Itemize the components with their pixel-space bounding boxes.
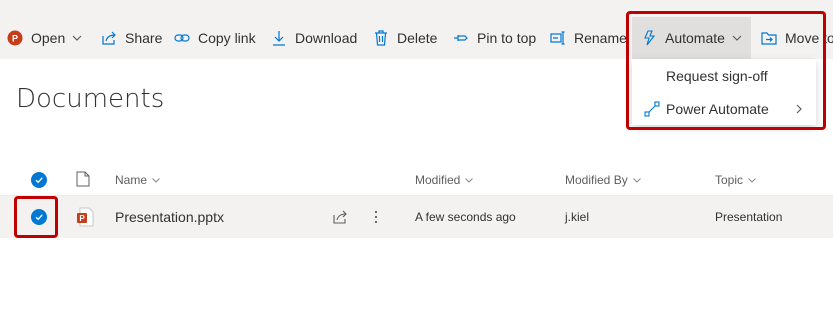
menu-item-power-automate[interactable]: Power Automate xyxy=(632,92,816,125)
modified-cell: A few seconds ago xyxy=(415,210,516,224)
pptx-file-icon: P xyxy=(76,196,94,238)
column-label: Modified xyxy=(415,173,461,187)
table-row[interactable]: P Presentation.pptx A few seconds ago j.… xyxy=(0,196,833,238)
menu-item-label: Request sign-off xyxy=(666,67,768,84)
checkmark-icon xyxy=(31,209,47,225)
rename-label: Rename xyxy=(574,30,627,46)
page-title: Documents xyxy=(16,84,165,114)
modified-by-column-header[interactable]: Modified By xyxy=(565,165,642,195)
modified-by-cell: j.kiel xyxy=(565,210,590,224)
automate-icon xyxy=(640,29,658,47)
move-to-button[interactable]: Move to xyxy=(760,17,833,59)
move-to-label: Move to xyxy=(785,30,833,46)
menu-item-request-sign-off[interactable]: Request sign-off xyxy=(632,59,816,92)
select-all-checkbox[interactable] xyxy=(31,165,47,195)
document-icon xyxy=(76,171,90,190)
chevron-down-icon xyxy=(747,175,757,185)
file-type-column-header[interactable] xyxy=(76,165,90,195)
share-button[interactable]: Share xyxy=(100,17,162,59)
download-icon xyxy=(270,29,288,47)
menu-item-label: Power Automate xyxy=(666,100,769,117)
modified-column-header[interactable]: Modified xyxy=(415,165,474,195)
automate-dropdown-menu: Request sign-off Power Automate xyxy=(632,59,816,125)
chevron-down-icon xyxy=(464,175,474,185)
column-label: Topic xyxy=(715,173,744,187)
move-icon xyxy=(760,29,778,47)
rename-icon xyxy=(549,29,567,47)
column-label: Modified By xyxy=(565,173,628,187)
svg-text:P: P xyxy=(12,34,18,44)
share-icon[interactable] xyxy=(332,196,348,238)
share-icon xyxy=(100,29,118,47)
row-select-checkbox[interactable] xyxy=(31,196,47,238)
topic-cell: Presentation xyxy=(715,210,783,224)
name-column-header[interactable]: Name xyxy=(115,165,161,195)
chevron-down-icon xyxy=(151,175,161,185)
file-name-link[interactable]: Presentation.pptx xyxy=(115,196,224,238)
automate-button[interactable]: Automate xyxy=(632,17,751,59)
powerpoint-icon: P xyxy=(6,29,24,47)
link-icon xyxy=(173,29,191,47)
chevron-right-icon xyxy=(794,102,804,118)
checkmark-icon xyxy=(31,172,47,188)
automate-label: Automate xyxy=(665,30,725,46)
chevron-down-icon xyxy=(632,175,642,185)
topic-column-header[interactable]: Topic xyxy=(715,165,757,195)
trash-icon xyxy=(372,29,390,47)
download-button[interactable]: Download xyxy=(270,17,357,59)
top-strip xyxy=(0,0,833,17)
flow-icon xyxy=(638,100,666,117)
svg-text:P: P xyxy=(79,214,85,223)
more-actions-icon[interactable] xyxy=(370,196,382,238)
chevron-down-icon xyxy=(71,32,83,44)
open-button[interactable]: P Open xyxy=(6,17,83,59)
column-label: Name xyxy=(115,173,148,187)
download-label: Download xyxy=(295,30,358,46)
open-label: Open xyxy=(31,30,66,46)
share-label: Share xyxy=(125,30,163,46)
pin-to-top-button[interactable]: Pin to top xyxy=(452,17,536,59)
chevron-down-icon xyxy=(731,32,743,44)
rename-button[interactable]: Rename xyxy=(549,17,627,59)
delete-button[interactable]: Delete xyxy=(372,17,437,59)
pin-icon xyxy=(452,29,470,47)
command-bar: P Open Share Copy link Download Delete P… xyxy=(0,17,833,59)
copy-link-label: Copy link xyxy=(198,30,256,46)
copy-link-button[interactable]: Copy link xyxy=(173,17,256,59)
pin-to-top-label: Pin to top xyxy=(477,30,537,46)
delete-label: Delete xyxy=(397,30,438,46)
